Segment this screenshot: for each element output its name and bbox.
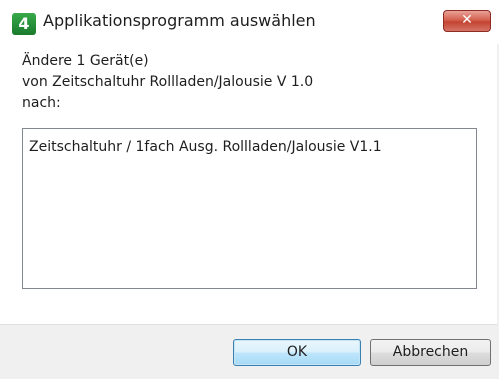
cancel-button[interactable]: Abbrechen [370, 339, 491, 366]
title-bar[interactable]: 4 Applikationsprogramm auswählen ✕ [0, 0, 499, 44]
application-program-list[interactable]: Zeitschaltuhr / 1fach Ausg. Rollladen/Ja… [22, 128, 477, 289]
window-title: Applikationsprogramm auswählen [43, 11, 316, 30]
list-item[interactable]: Zeitschaltuhr / 1fach Ausg. Rollladen/Ja… [29, 139, 382, 155]
dialog-window: 4 Applikationsprogramm auswählen ✕ Änder… [0, 0, 499, 379]
message-line-2: von Zeitschaltuhr Rollladen/Jalousie V 1… [22, 74, 314, 90]
app-logo-icon: 4 [12, 13, 36, 35]
close-icon: ✕ [461, 12, 473, 28]
message-line-3: nach: [22, 95, 61, 111]
message-line-1: Ändere 1 Gerät(e) [22, 53, 149, 69]
ok-button[interactable]: OK [233, 339, 361, 366]
button-bar: OK Abbrechen [0, 324, 499, 379]
close-button[interactable]: ✕ [443, 10, 491, 32]
